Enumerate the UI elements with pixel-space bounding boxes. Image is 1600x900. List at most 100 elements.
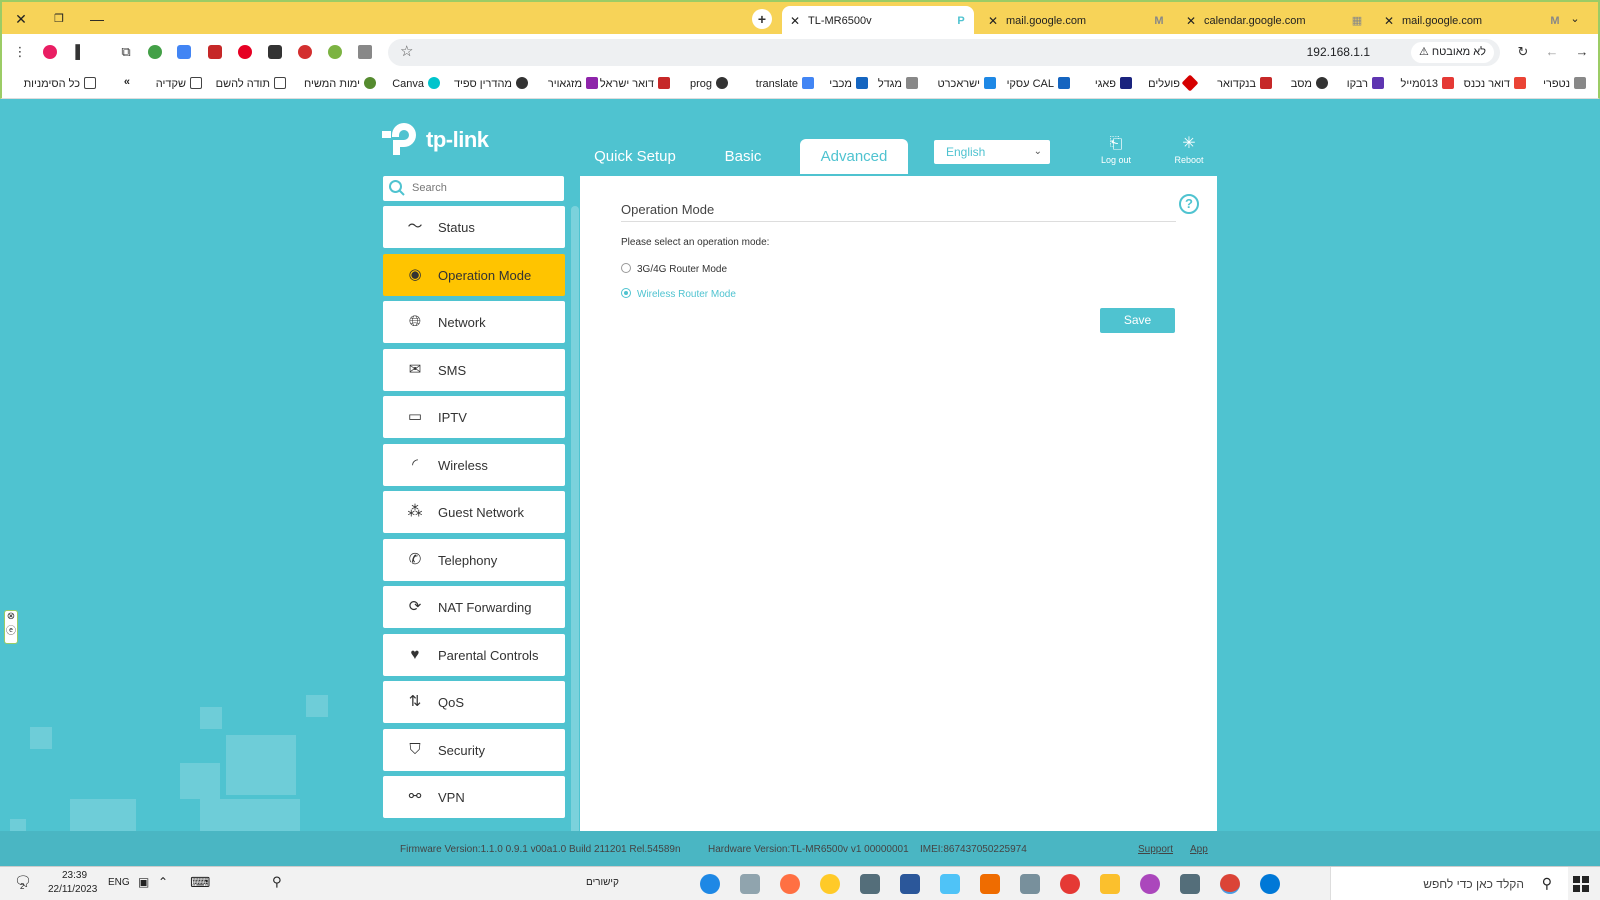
menu-search-input[interactable]: Search — [383, 176, 564, 201]
sidebar-item-status[interactable]: 〜 Status — [383, 206, 565, 248]
extensions-puzzle-icon[interactable]: ⧉ — [116, 42, 136, 62]
bookmark-item[interactable]: פועלים — [1148, 74, 1199, 92]
radio-wireless-router-mode[interactable]: Wireless Router Mode — [621, 288, 736, 300]
reboot-button[interactable]: ✳ Reboot — [1164, 135, 1214, 165]
back-icon[interactable]: ← — [1542, 42, 1562, 62]
sidebar-item-parental-controls[interactable]: ♥ Parental Controls — [383, 633, 565, 676]
chrome-icon[interactable] — [1220, 874, 1240, 894]
bookmark-item[interactable]: בנקדואר — [1217, 77, 1272, 90]
sidebar-item-nat-forwarding[interactable]: ⟳ NAT Forwarding — [383, 586, 565, 628]
bookmark-item[interactable]: 013מייל — [1401, 77, 1454, 90]
sidebar-item-wireless[interactable]: ◜ Wireless — [383, 443, 565, 486]
word-icon[interactable] — [900, 874, 920, 894]
bookmark-item[interactable]: נטפרי — [1543, 77, 1586, 90]
bookmark-item[interactable]: מכבי — [829, 77, 868, 90]
app-icon[interactable] — [820, 874, 840, 894]
app-icon[interactable] — [860, 874, 880, 894]
translate-extension-icon[interactable] — [177, 45, 191, 59]
bookmark-item[interactable]: מזגאויר — [548, 77, 598, 90]
sidebar-item-security[interactable]: ⛉ Security — [383, 728, 565, 771]
taskbar-search-input[interactable]: הקלד כאן כדי לחפש ⚲ — [1330, 867, 1568, 900]
app-icon[interactable] — [1140, 874, 1160, 894]
bookmark-item[interactable]: prog — [690, 77, 728, 90]
more-bookmarks-chevron-icon[interactable]: » — [124, 76, 130, 88]
calculator-icon[interactable] — [1180, 874, 1200, 894]
tab-basic[interactable]: Basic — [710, 139, 776, 174]
tab-tl-mr6500v[interactable]: ✕ TL-MR6500v P — [782, 6, 974, 36]
tab-close-icon[interactable]: ✕ — [1384, 6, 1394, 36]
minimize-window-icon[interactable]: — — [86, 8, 108, 30]
bookmark-item[interactable]: פאגי — [1095, 77, 1132, 90]
widget-icon[interactable]: ⓔ — [5, 622, 17, 637]
support-link[interactable]: Support — [1138, 844, 1173, 855]
sidebar-item-network[interactable]: 🌐︎ Network — [383, 301, 565, 343]
not-secure-chip[interactable]: ⚠ לא מאובטח — [1410, 42, 1494, 63]
bookmark-item[interactable]: דואר נכנס — [1464, 77, 1526, 90]
floating-widget[interactable]: ⊗ ⓔ — [4, 610, 18, 644]
bookmark-item[interactable]: ימות המשיח — [304, 77, 376, 90]
app-icon[interactable] — [1060, 874, 1080, 894]
restore-window-icon[interactable]: ❐ — [48, 8, 70, 30]
extension-icon[interactable] — [328, 45, 342, 59]
edge-icon[interactable] — [1260, 874, 1280, 894]
tab-quick-setup[interactable]: Quick Setup — [590, 139, 680, 174]
sidebar-item-iptv[interactable]: ▭ IPTV — [383, 396, 565, 438]
bookmark-item[interactable]: מגדל — [878, 77, 918, 90]
sidebar-item-operation-mode[interactable]: ◉ Operation Mode — [383, 253, 565, 296]
bookmark-folder[interactable]: תודה להשם — [216, 77, 286, 90]
sidebar-icon[interactable]: ▌ — [70, 42, 90, 62]
tab-close-icon[interactable]: ✕ — [790, 6, 800, 36]
extension-icon[interactable] — [148, 45, 162, 59]
extension-icon[interactable] — [208, 45, 222, 59]
input-language[interactable]: ENG — [108, 877, 130, 888]
close-icon[interactable]: ⊗ — [5, 611, 17, 622]
bookmark-item[interactable]: מהדרין ספיד — [454, 77, 528, 90]
reload-icon[interactable]: ↻ — [1513, 42, 1533, 62]
bookmark-item[interactable]: רבקו — [1347, 77, 1384, 90]
firefox-icon[interactable] — [780, 874, 800, 894]
logout-button[interactable]: ⎗ Log out — [1091, 135, 1141, 165]
sidebar-item-vpn[interactable]: ⚯ VPN — [383, 776, 565, 818]
bookmark-item[interactable]: translate — [756, 77, 814, 90]
extension-icon[interactable] — [268, 45, 282, 59]
app-icon[interactable] — [740, 874, 760, 894]
clock-time[interactable]: 23:39 — [62, 870, 87, 881]
tab-calendar[interactable]: ✕ calendar.google.com ▦ — [1178, 6, 1370, 36]
bookmark-item[interactable]: ישראכרט — [937, 77, 996, 90]
windows-start-icon[interactable] — [1573, 876, 1589, 892]
all-bookmarks-folder[interactable]: כל הסימניות — [24, 77, 96, 90]
save-button[interactable]: Save — [1100, 308, 1175, 333]
tab-search-icon[interactable]: ⌄ — [1564, 8, 1586, 30]
address-bar[interactable]: ☆ 192.168.1.1 ⚠ לא מאובטח — [388, 39, 1500, 66]
clock-date[interactable]: 22/11/2023 — [48, 884, 97, 895]
language-select[interactable]: English ⌄ — [934, 140, 1050, 164]
bookmark-star-icon[interactable]: ☆ — [400, 42, 413, 60]
bookmark-item[interactable]: מסב — [1291, 77, 1328, 90]
sidebar-scrollbar[interactable] — [571, 206, 579, 866]
app-link[interactable]: App — [1190, 844, 1208, 855]
tab-close-icon[interactable]: ✕ — [1186, 6, 1196, 36]
bookmark-item[interactable]: דואר ישראל — [600, 77, 670, 90]
menu-kebab-icon[interactable]: ⋮ — [10, 42, 30, 62]
tab-advanced[interactable]: Advanced — [800, 139, 908, 174]
chevron-up-icon[interactable]: ⌃ — [158, 875, 168, 889]
bookmark-folder[interactable]: שקדיה — [156, 77, 202, 90]
media-player-icon[interactable] — [980, 874, 1000, 894]
sidebar-item-guest-network[interactable]: ⁂ Guest Network — [383, 491, 565, 533]
links-toolbar-label[interactable]: קישורים — [586, 877, 619, 888]
radio-button-unchecked[interactable] — [621, 263, 631, 273]
device-icon[interactable]: ▣ — [138, 875, 149, 889]
tab-close-icon[interactable]: ✕ — [988, 6, 998, 36]
help-icon[interactable]: ? — [1179, 194, 1199, 214]
app-icon[interactable] — [700, 874, 720, 894]
close-window-icon[interactable]: ✕ — [10, 8, 32, 30]
extension-icon[interactable] — [358, 45, 372, 59]
people-icon[interactable]: ⚲ — [272, 874, 282, 890]
block-extension-icon[interactable] — [298, 45, 312, 59]
radio-3g4g-router-mode[interactable]: 3G/4G Router Mode — [621, 263, 727, 275]
sidebar-item-sms[interactable]: ✉ SMS — [383, 348, 565, 391]
bookmark-item[interactable]: Canva — [392, 77, 440, 90]
url-text[interactable]: 192.168.1.1 — [1307, 45, 1370, 59]
radio-button-checked[interactable] — [621, 288, 631, 298]
tab-gmail-1[interactable]: ✕ mail.google.com M — [980, 6, 1172, 36]
